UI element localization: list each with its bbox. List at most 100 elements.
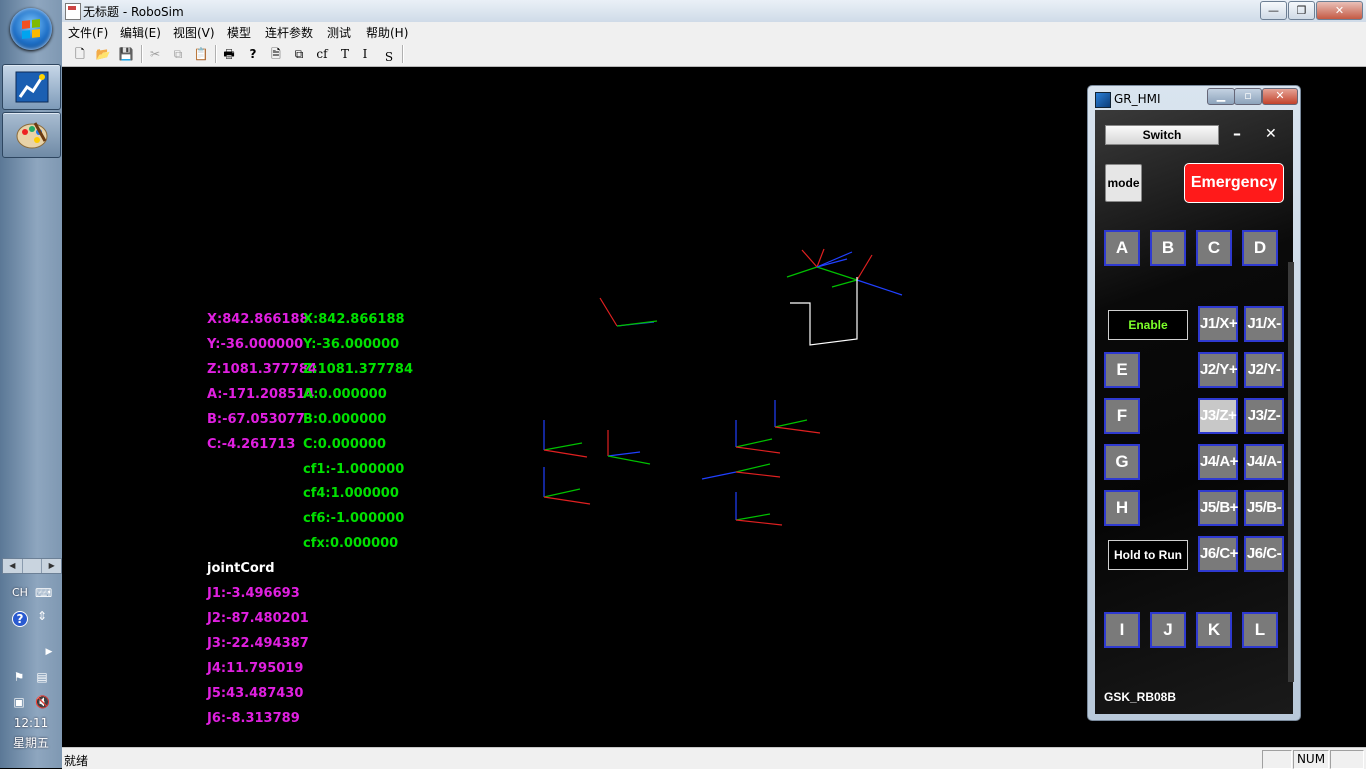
scroll-right-icon[interactable]: ▶ [42, 559, 61, 573]
ime-options-icon[interactable]: ⇕ [35, 609, 49, 623]
key-c[interactable]: C [1196, 230, 1232, 266]
jog-j4-minus[interactable]: J4/A- [1244, 444, 1284, 480]
cut-icon[interactable]: ✂ [146, 45, 164, 63]
paint-palette-icon [16, 122, 48, 149]
mode-button[interactable]: mode [1105, 164, 1142, 202]
keyboard-icon[interactable]: ⌨ [35, 586, 52, 600]
open-folder-icon[interactable]: 📂 [94, 45, 112, 63]
clock-day[interactable]: 星期五 [0, 734, 62, 751]
jog-j1-plus[interactable]: J1/X+ [1198, 306, 1238, 342]
joint-j2: J2:-87.480201 [207, 611, 309, 626]
clock-time[interactable]: 12:11 [0, 716, 62, 730]
key-k[interactable]: K [1196, 612, 1232, 648]
page-icon[interactable]: 🗎 [267, 45, 285, 63]
key-j[interactable]: J [1150, 612, 1186, 648]
windows-logo-icon [22, 19, 40, 39]
robosim-app-icon [15, 71, 49, 103]
jog-j4-plus[interactable]: J4/A+ [1198, 444, 1238, 480]
scroll-middle[interactable] [23, 559, 43, 573]
hmi-minimize-button[interactable]: ▁ [1207, 88, 1235, 105]
toolbar-separator [141, 45, 143, 63]
switch-button[interactable]: Switch [1105, 125, 1219, 145]
window-icon[interactable]: ⧉ [290, 45, 308, 63]
menu-help[interactable]: 帮助(H) [366, 24, 408, 41]
key-h[interactable]: H [1104, 490, 1140, 526]
new-file-icon[interactable]: 🗋 [71, 45, 89, 63]
menu-model[interactable]: 模型 [227, 24, 251, 41]
help-pointer-icon[interactable]: ? [244, 45, 262, 63]
key-l[interactable]: L [1242, 612, 1278, 648]
paste-icon[interactable]: 📋 [192, 45, 210, 63]
action-center-flag-icon[interactable]: ⚑ [12, 670, 26, 684]
jog-j3-minus[interactable]: J3/Z- [1244, 398, 1284, 434]
key-a[interactable]: A [1104, 230, 1140, 266]
cart-right-z: Z:1081.377784 [303, 362, 414, 377]
menu-test[interactable]: 测试 [327, 24, 351, 41]
jog-j2-plus[interactable]: J2/Y+ [1198, 352, 1238, 388]
key-b[interactable]: B [1150, 230, 1186, 266]
language-indicator[interactable]: CH [12, 586, 32, 599]
menu-view[interactable]: 视图(V) [173, 24, 215, 41]
help-icon[interactable]: ? [12, 611, 28, 627]
jog-j6-plus[interactable]: J6/C+ [1198, 536, 1238, 572]
close-button[interactable]: ✕ [1316, 1, 1363, 20]
key-d[interactable]: D [1242, 230, 1278, 266]
key-g[interactable]: G [1104, 444, 1140, 480]
joint-j1: J1:-3.496693 [207, 586, 300, 601]
joint-j3: J3:-22.494387 [207, 636, 309, 651]
panel-minimize-icon[interactable]: – [1233, 124, 1241, 143]
robot-model-label: GSK_RB08B [1104, 690, 1177, 704]
hmi-scrollbar[interactable] [1288, 262, 1294, 682]
jog-j3-plus[interactable]: J3/Z+ [1198, 398, 1238, 434]
clipboard-icon[interactable]: ▤ [35, 670, 49, 684]
app-document-icon[interactable] [65, 3, 81, 20]
joint-j6: J6:-8.313789 [207, 711, 300, 726]
hmi-window-close-button[interactable]: ✕ [1262, 88, 1298, 105]
menu-file[interactable]: 文件(F) [68, 24, 108, 41]
hmi-panel: Switch – ✕ mode Emergency A B C D Enable… [1095, 110, 1293, 714]
emergency-button[interactable]: Emergency [1184, 163, 1284, 203]
taskbar-paint-button[interactable] [2, 112, 61, 158]
t-tool-button[interactable]: T [336, 45, 354, 63]
key-f[interactable]: F [1104, 398, 1140, 434]
expand-tray-icon[interactable]: ▶ [42, 645, 56, 659]
maximize-button[interactable]: ❐ [1288, 1, 1315, 20]
s-tool-button[interactable]: S [380, 48, 398, 66]
toolbar-separator [402, 45, 404, 63]
jog-j5-plus[interactable]: J5/B+ [1198, 490, 1238, 526]
hmi-window-title: GR_HMI [1114, 92, 1161, 106]
print-icon[interactable]: 🖶 [220, 45, 238, 63]
hmi-maximize-button[interactable]: ▫ [1234, 88, 1262, 105]
jog-j1-minus[interactable]: J1/X- [1244, 306, 1284, 342]
menu-edit[interactable]: 编辑(E) [120, 24, 161, 41]
jog-j5-minus[interactable]: J5/B- [1244, 490, 1284, 526]
cart-left-y: Y:-36.000000 [207, 337, 304, 352]
cart-right-x: X:842.866188 [303, 312, 405, 327]
joint-j5: J5:43.487430 [207, 686, 304, 701]
volume-muted-icon[interactable]: 🔇 [35, 695, 50, 709]
config-cf1: cf1:-1.000000 [303, 462, 405, 477]
taskbar-robosim-button[interactable] [2, 64, 61, 110]
jog-j2-minus[interactable]: J2/Y- [1244, 352, 1284, 388]
network-disconnected-icon[interactable]: ▣ [12, 695, 26, 709]
panel-close-icon[interactable]: ✕ [1265, 126, 1277, 142]
enable-button[interactable]: Enable [1108, 310, 1188, 340]
menu-link-params[interactable]: 连杆参数 [265, 24, 313, 41]
cf-tool-button[interactable]: cf [313, 45, 331, 63]
minimize-button[interactable]: — [1260, 1, 1287, 20]
jog-j6-minus[interactable]: J6/C- [1244, 536, 1284, 572]
key-e[interactable]: E [1104, 352, 1140, 388]
hold-to-run-button[interactable]: Hold to Run [1108, 540, 1188, 570]
key-i[interactable]: I [1104, 612, 1140, 648]
copy-icon[interactable]: ⧉ [169, 45, 187, 63]
scroll-left-icon[interactable]: ◀ [3, 559, 23, 573]
menu-bar: 文件(F) 编辑(E) 视图(V) 模型 连杆参数 测试 帮助(H) [62, 22, 1366, 43]
start-button[interactable] [10, 8, 52, 50]
cart-right-b: B:0.000000 [303, 412, 387, 427]
taskbar-scroller[interactable]: ◀ ▶ [2, 558, 62, 574]
frame-lower-left [543, 420, 651, 505]
window-titlebar[interactable]: 无标题 - RoboSim — ❐ ✕ [62, 0, 1366, 23]
status-text: 就绪 [64, 754, 89, 768]
save-icon[interactable]: 💾 [117, 45, 135, 63]
i-tool-button[interactable]: I [356, 45, 374, 63]
